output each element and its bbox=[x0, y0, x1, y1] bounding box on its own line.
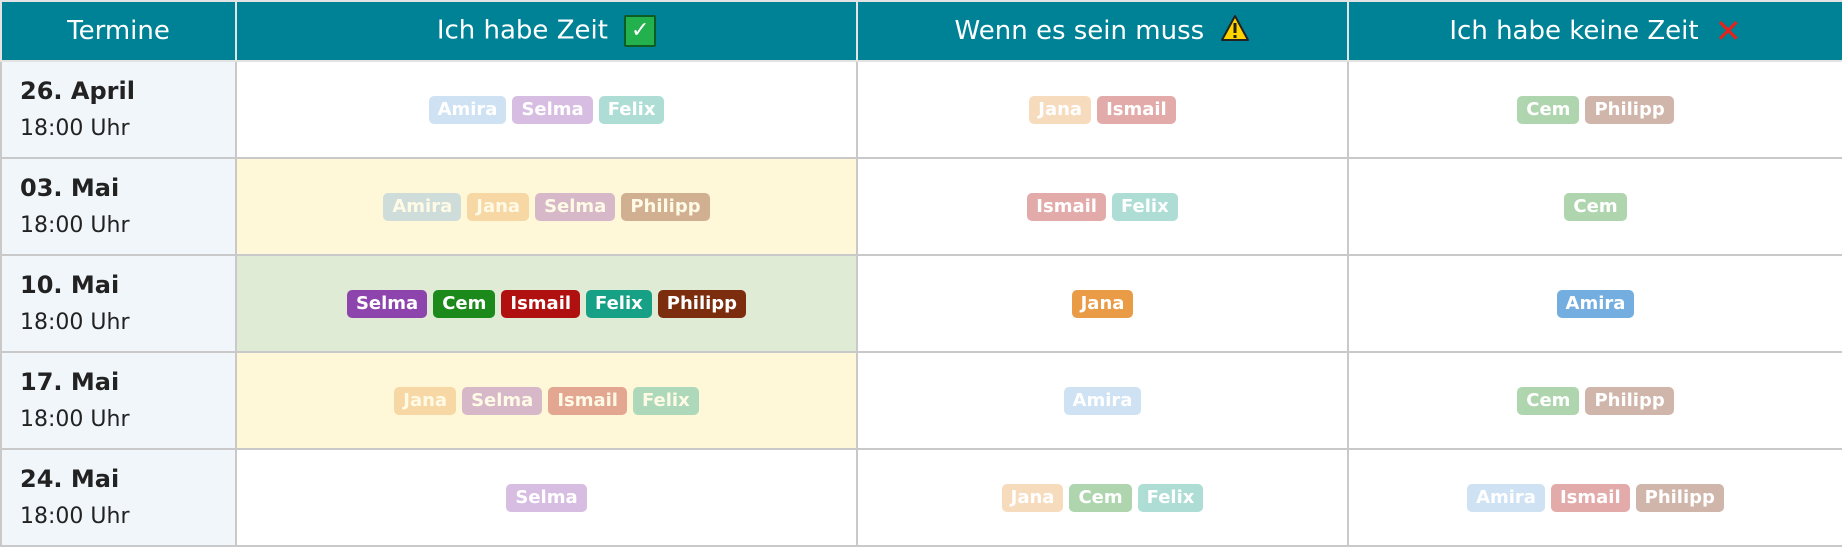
table-row: 26. April 18:00 Uhr Amira Selma Felix Jana Ism… bbox=[0, 60, 1842, 159]
person-tag: Philipp bbox=[657, 289, 747, 318]
person-tag: Jana bbox=[1071, 289, 1134, 318]
person-tag: Ismail bbox=[1027, 192, 1106, 221]
date-time: 18:00 Uhr bbox=[20, 212, 130, 238]
person-tag: Philipp bbox=[1585, 386, 1674, 415]
person-tag: Amira bbox=[1556, 289, 1635, 318]
person-tag: Felix bbox=[1137, 483, 1204, 512]
date-day: 26. April bbox=[20, 76, 135, 105]
availability-cell-no: Amira Ismail Philipp bbox=[1347, 448, 1842, 547]
date-cell: 10. Mai 18:00 Uhr bbox=[0, 254, 237, 353]
header-termine-label: Termine bbox=[67, 16, 170, 46]
date-time: 18:00 Uhr bbox=[20, 503, 130, 529]
person-tag: Amira bbox=[1467, 483, 1545, 512]
table-row: 10. Mai 18:00 Uhr Selma Cem Ismail Felix Phili… bbox=[0, 254, 1842, 353]
table-row: 17. Mai 18:00 Uhr Jana Selma Ismail Felix Amir… bbox=[0, 351, 1842, 450]
warning-icon bbox=[1220, 14, 1250, 49]
date-time: 18:00 Uhr bbox=[20, 309, 130, 335]
header-yes: Ich habe Zeit ✓ bbox=[235, 0, 858, 62]
header-no: Ich habe keine Zeit ✕ bbox=[1347, 0, 1842, 62]
person-tag: Felix bbox=[586, 289, 652, 318]
person-tag: Cem bbox=[1517, 95, 1580, 124]
table-row: 24. Mai 18:00 Uhr Selma Jana Cem Felix Amira Is… bbox=[0, 448, 1842, 547]
date-cell: 17. Mai 18:00 Uhr bbox=[0, 351, 237, 450]
person-tag: Jana bbox=[394, 386, 457, 415]
availability-cell-maybe: Jana Ismail bbox=[856, 60, 1349, 159]
date-day: 03. Mai bbox=[20, 173, 120, 202]
person-tag: Selma bbox=[535, 192, 616, 221]
person-tag: Ismail bbox=[501, 289, 581, 318]
date-day: 17. Mai bbox=[20, 367, 120, 396]
date-cell: 26. April 18:00 Uhr bbox=[0, 60, 237, 159]
header-maybe-label: Wenn es sein muss bbox=[954, 15, 1205, 46]
availability-cell-yes: Selma bbox=[235, 448, 858, 547]
person-tag: Cem bbox=[433, 289, 496, 318]
person-tag: Philipp bbox=[621, 192, 710, 221]
availability-cell-no: Amira bbox=[1347, 254, 1842, 353]
person-tag: Cem bbox=[1069, 483, 1132, 512]
date-day: 10. Mai bbox=[20, 270, 120, 299]
date-day: 24. Mai bbox=[20, 464, 120, 493]
person-tag: Cem bbox=[1564, 192, 1627, 221]
person-tag: Amira bbox=[428, 95, 507, 124]
date-cell: 03. Mai 18:00 Uhr bbox=[0, 157, 237, 256]
availability-cell-yes: Selma Cem Ismail Felix Philipp bbox=[235, 254, 858, 353]
availability-cell-no: Cem bbox=[1347, 157, 1842, 256]
person-tag: Philipp bbox=[1585, 95, 1674, 124]
availability-cell-yes: Amira Jana Selma Philipp bbox=[235, 157, 858, 256]
check-mark-icon: ✓ bbox=[624, 15, 657, 47]
person-tag: Jana bbox=[467, 192, 530, 221]
availability-cell-no: Cem Philipp bbox=[1347, 60, 1842, 159]
person-tag: Jana bbox=[1001, 483, 1064, 512]
person-tag: Selma bbox=[512, 95, 593, 124]
availability-cell-no: Cem Philipp bbox=[1347, 351, 1842, 450]
date-time: 18:00 Uhr bbox=[20, 406, 130, 432]
availability-cell-maybe: Ismail Felix bbox=[856, 157, 1349, 256]
person-tag: Felix bbox=[1111, 192, 1178, 221]
person-tag: Amira bbox=[1063, 386, 1142, 415]
availability-cell-maybe: Amira bbox=[856, 351, 1349, 450]
person-tag: Ismail bbox=[1097, 95, 1176, 124]
person-tag: Felix bbox=[598, 95, 665, 124]
schedule-table: Termine Ich habe Zeit ✓ Wenn es sein mus… bbox=[0, 0, 1842, 547]
date-time: 18:00 Uhr bbox=[20, 115, 130, 141]
date-cell: 24. Mai 18:00 Uhr bbox=[0, 448, 237, 547]
header-no-label: Ich habe keine Zeit bbox=[1449, 15, 1699, 46]
person-tag: Ismail bbox=[1550, 483, 1630, 512]
header-termine: Termine bbox=[0, 0, 237, 62]
person-tag: Philipp bbox=[1635, 483, 1724, 512]
person-tag: Cem bbox=[1517, 386, 1580, 415]
header-maybe: Wenn es sein muss bbox=[856, 0, 1349, 62]
header-row: Termine Ich habe Zeit ✓ Wenn es sein mus… bbox=[0, 0, 1842, 62]
person-tag: Selma bbox=[506, 483, 587, 512]
person-tag: Selma bbox=[346, 289, 428, 318]
person-tag: Jana bbox=[1029, 95, 1092, 124]
table-row: 03. Mai 18:00 Uhr Amira Jana Selma Philipp Ism… bbox=[0, 157, 1842, 256]
availability-cell-yes: Amira Selma Felix bbox=[235, 60, 858, 159]
person-tag: Felix bbox=[632, 386, 699, 415]
header-yes-label: Ich habe Zeit bbox=[436, 15, 608, 46]
availability-cell-maybe: Jana Cem Felix bbox=[856, 448, 1349, 547]
cross-mark-icon: ✕ bbox=[1714, 12, 1742, 51]
person-tag: Amira bbox=[383, 192, 462, 221]
availability-cell-yes: Jana Selma Ismail Felix bbox=[235, 351, 858, 450]
availability-cell-maybe: Jana bbox=[856, 254, 1349, 353]
person-tag: Ismail bbox=[548, 386, 627, 415]
person-tag: Selma bbox=[462, 386, 543, 415]
